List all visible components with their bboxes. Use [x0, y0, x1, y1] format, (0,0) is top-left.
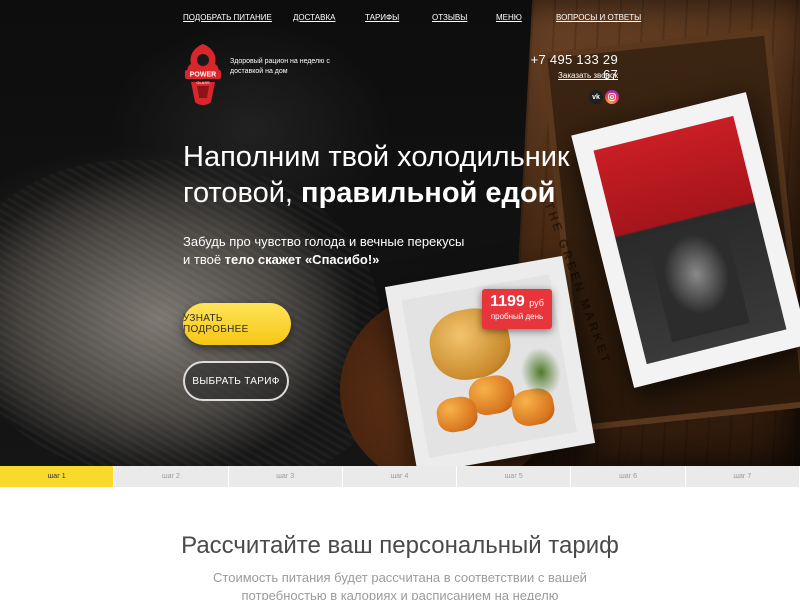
top-nav: ПОДОБРАТЬ ПИТАНИЕ ДОСТАВКА ТАРИФЫ ОТЗЫВЫ…	[183, 13, 641, 27]
logo-emblem-icon: POWER GLASS	[185, 44, 221, 105]
food-box-image	[384, 255, 596, 466]
subline-2-bold: тело скажет «Спасибо!»	[224, 252, 380, 267]
nav-item-delivery[interactable]: ДОСТАВКА	[293, 13, 335, 22]
logo[interactable]: POWER GLASS	[183, 42, 223, 108]
nav-item-menu[interactable]: МЕНЮ	[496, 13, 522, 22]
headline-line-1: Наполним твой холодильник	[183, 141, 570, 173]
step-tab-1[interactable]: шаг 1	[0, 466, 115, 487]
price-value: 1199	[490, 293, 525, 310]
hero-subline: Забудь про чувство голода и вечные перек…	[183, 233, 483, 269]
vk-icon[interactable]: vk	[589, 90, 603, 104]
subline-2-plain: и твоё	[183, 252, 225, 267]
step-tab-4[interactable]: шаг 4	[342, 466, 458, 487]
price-note: пробный день	[490, 312, 544, 321]
callback-link[interactable]: Заказать звонок	[540, 71, 618, 80]
hero-headline: Наполним твой холодильник готовой, прави…	[183, 139, 583, 211]
price-amount: 1199 руб	[482, 294, 552, 311]
nav-item-reviews[interactable]: ОТЗЫВЫ	[432, 13, 467, 22]
dill-image	[516, 344, 566, 401]
athlete-photo	[645, 216, 750, 343]
steps-bar: шаг 1 шаг 2 шаг 3 шаг 4 шаг 5 шаг 6 шаг …	[0, 466, 800, 487]
nav-item-choose-food[interactable]: ПОДОБРАТЬ ПИТАНИЕ	[183, 13, 272, 22]
calculator-description: Стоимость питания будет рассчитана в соо…	[213, 570, 587, 600]
nav-item-tariffs[interactable]: ТАРИФЫ	[365, 13, 399, 22]
learn-more-button[interactable]: УЗНАТЬ ПОДРОБНЕЕ	[183, 303, 291, 345]
headline-line-2-bold: правильной едой	[301, 177, 556, 209]
step-tab-5[interactable]: шаг 5	[457, 466, 572, 487]
price-currency: руб	[529, 298, 544, 308]
logo-tagline: Здоровый рацион на неделю с доставкой на…	[230, 58, 330, 75]
step-tab-3[interactable]: шаг 3	[228, 466, 343, 487]
step-tab-2[interactable]: шаг 2	[114, 466, 229, 487]
step-tab-6[interactable]: шаг 6	[571, 466, 686, 487]
headline-line-2-plain: готовой,	[183, 177, 302, 209]
svg-text:GLASS: GLASS	[196, 80, 210, 85]
instagram-icon[interactable]	[605, 90, 619, 104]
potato-image	[434, 394, 480, 435]
price-badge: 1199 руб пробный день	[482, 289, 552, 329]
step-tab-7[interactable]: шаг 7	[685, 466, 800, 487]
choose-tariff-button[interactable]: ВЫБРАТЬ ТАРИФ	[183, 361, 289, 401]
nav-item-faq[interactable]: ВОПРОСЫ И ОТВЕТЫ	[556, 13, 641, 22]
calculator-title: Рассчитайте ваш персональный тариф	[181, 532, 619, 559]
svg-text:POWER: POWER	[190, 72, 216, 79]
subline-1: Забудь про чувство голода и вечные перек…	[183, 234, 465, 249]
